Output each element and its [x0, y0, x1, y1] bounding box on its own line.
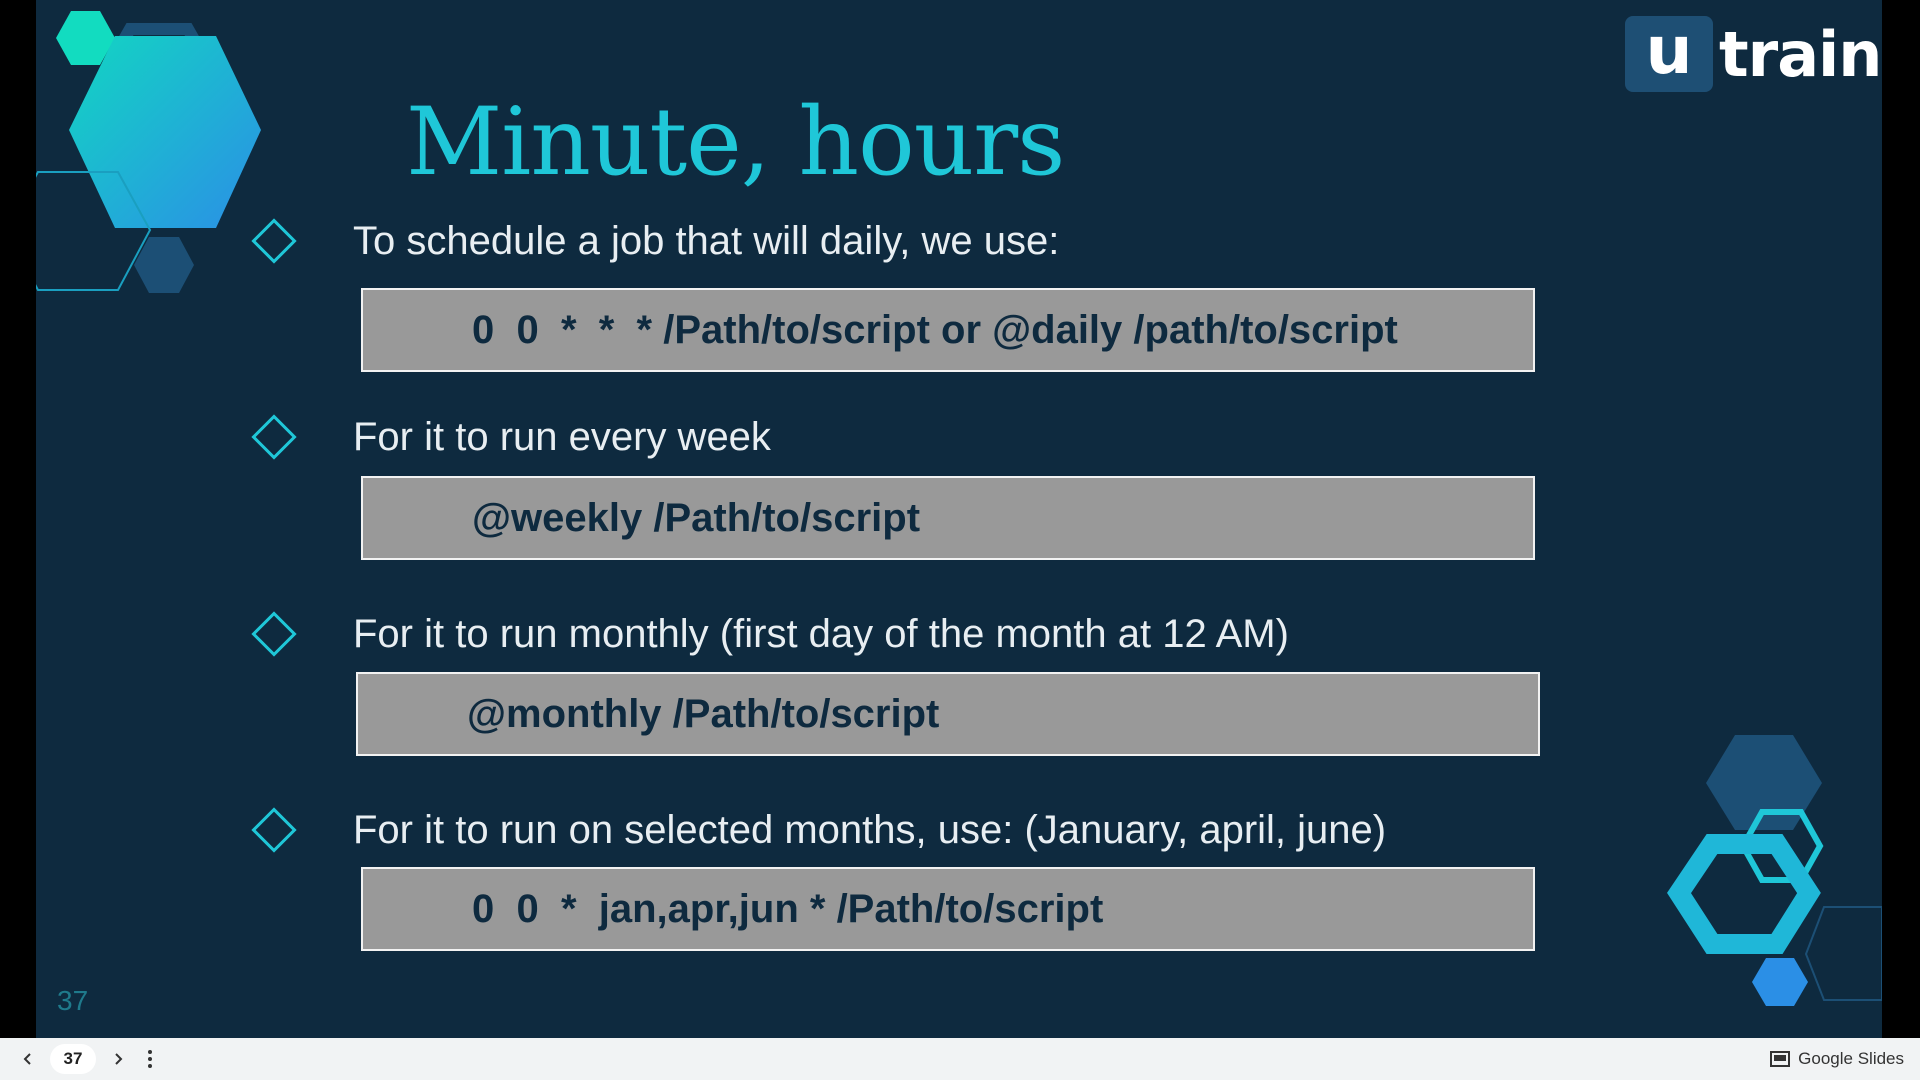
hexagon-shape	[1804, 906, 1882, 1001]
bullet-text: For it to run every week	[353, 414, 771, 459]
chevron-left-icon[interactable]	[12, 1043, 44, 1075]
chevron-right-icon[interactable]	[102, 1043, 134, 1075]
diamond-bullet-icon	[251, 414, 297, 460]
code-box: 0 0 * * * /Path/to/script or @daily /pat…	[361, 288, 1535, 372]
more-vert-icon[interactable]	[134, 1043, 166, 1075]
code-text: 0 0 * * * /Path/to/script or @daily /pat…	[472, 307, 1398, 352]
utrain-logo: u train	[1625, 16, 1882, 92]
slides-toolbar: 37 Google Slides	[0, 1038, 1920, 1080]
brand-label: Google Slides	[1798, 1049, 1904, 1068]
code-box: 0 0 * jan,apr,jun * /Path/to/script	[361, 867, 1535, 951]
bullet-text: To schedule a job that will daily, we us…	[353, 218, 1060, 263]
google-slides-link[interactable]: Google Slides	[1770, 1038, 1904, 1080]
page-number-input[interactable]: 37	[50, 1044, 96, 1074]
logo-text: train	[1719, 17, 1882, 91]
code-box: @monthly /Path/to/script	[356, 672, 1540, 756]
slide-canvas: u train Minute, hours To schedule a job …	[36, 0, 1882, 1038]
bullet-item: For it to run on selected months, use: (…	[251, 803, 1754, 857]
bullet-item: For it to run every week	[251, 410, 1754, 464]
diamond-bullet-icon	[251, 611, 297, 657]
hexagon-shape	[1752, 958, 1808, 1006]
slide-title: Minute, hours	[406, 88, 1065, 197]
code-text: @weekly /Path/to/script	[472, 495, 921, 540]
diamond-bullet-icon	[251, 807, 297, 853]
code-text: 0 0 * jan,apr,jun * /Path/to/script	[472, 886, 1104, 931]
code-text: @monthly /Path/to/script	[467, 691, 940, 736]
slides-icon	[1770, 1051, 1791, 1067]
code-box: @weekly /Path/to/script	[361, 476, 1535, 560]
bullet-item: To schedule a job that will daily, we us…	[251, 214, 1754, 268]
bullet-text: For it to run monthly (first day of the …	[353, 611, 1289, 656]
bullet-item: For it to run monthly (first day of the …	[251, 607, 1754, 661]
logo-mark: u	[1625, 16, 1713, 92]
bullet-text: For it to run on selected months, use: (…	[353, 807, 1387, 852]
slide-number: 37	[57, 985, 89, 1016]
hexagon-shape	[134, 237, 194, 293]
diamond-bullet-icon	[251, 218, 297, 264]
hexagon-shape	[1667, 834, 1821, 954]
